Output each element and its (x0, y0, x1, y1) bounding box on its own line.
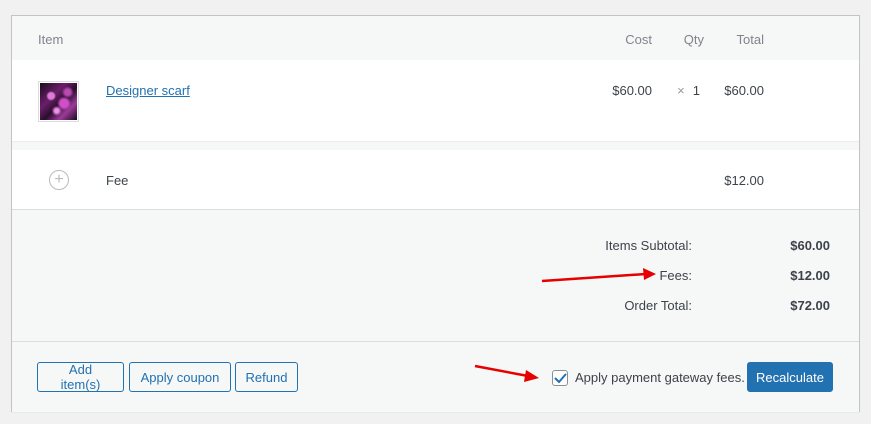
refund-button[interactable]: Refund (235, 362, 298, 392)
fees-label: Fees: (659, 268, 692, 283)
scarf-thumbnail-image (40, 83, 77, 120)
line-item-row: Designer scarf $60.00 × 1 $60.00 (12, 60, 859, 142)
plus-circle-icon: + (49, 170, 69, 190)
times-symbol: × (677, 83, 685, 98)
col-header-total: Total (736, 32, 764, 47)
col-header-cost: Cost (625, 32, 652, 47)
gateway-fees-checkbox[interactable] (552, 370, 568, 386)
recalculate-button[interactable]: Recalculate (747, 362, 833, 392)
order-total-value: $72.00 (790, 298, 830, 313)
product-link[interactable]: Designer scarf (106, 83, 190, 98)
order-totals: Items Subtotal: $60.00 Fees: $12.00 Orde… (12, 210, 859, 342)
apply-coupon-button[interactable]: Apply coupon (129, 362, 231, 392)
fee-label: Fee (106, 173, 129, 188)
gateway-fees-label[interactable]: Apply payment gateway fees. (575, 370, 745, 385)
fee-row: + Fee $12.00 (12, 150, 859, 210)
add-items-button[interactable]: Add item(s) (37, 362, 124, 392)
items-subtotal-value: $60.00 (790, 238, 830, 253)
col-header-item: Item (38, 32, 64, 47)
order-actions: Add item(s) Apply coupon Refund Apply pa… (12, 342, 859, 412)
items-table-header: Item Cost Qty Total (12, 16, 859, 60)
items-subtotal-label: Items Subtotal: (605, 238, 692, 253)
col-header-qty: Qty (683, 32, 704, 47)
item-cost: $60.00 (612, 83, 652, 98)
row-divider (12, 142, 859, 150)
order-total-label: Order Total: (624, 298, 692, 313)
order-items-panel: Item Cost Qty Total Designer scarf $60.0… (11, 15, 860, 412)
item-total: $60.00 (724, 83, 764, 98)
product-thumbnail[interactable] (38, 81, 79, 122)
fees-value: $12.00 (790, 268, 830, 283)
checkmark-icon (554, 373, 566, 383)
fee-total: $12.00 (724, 173, 764, 188)
